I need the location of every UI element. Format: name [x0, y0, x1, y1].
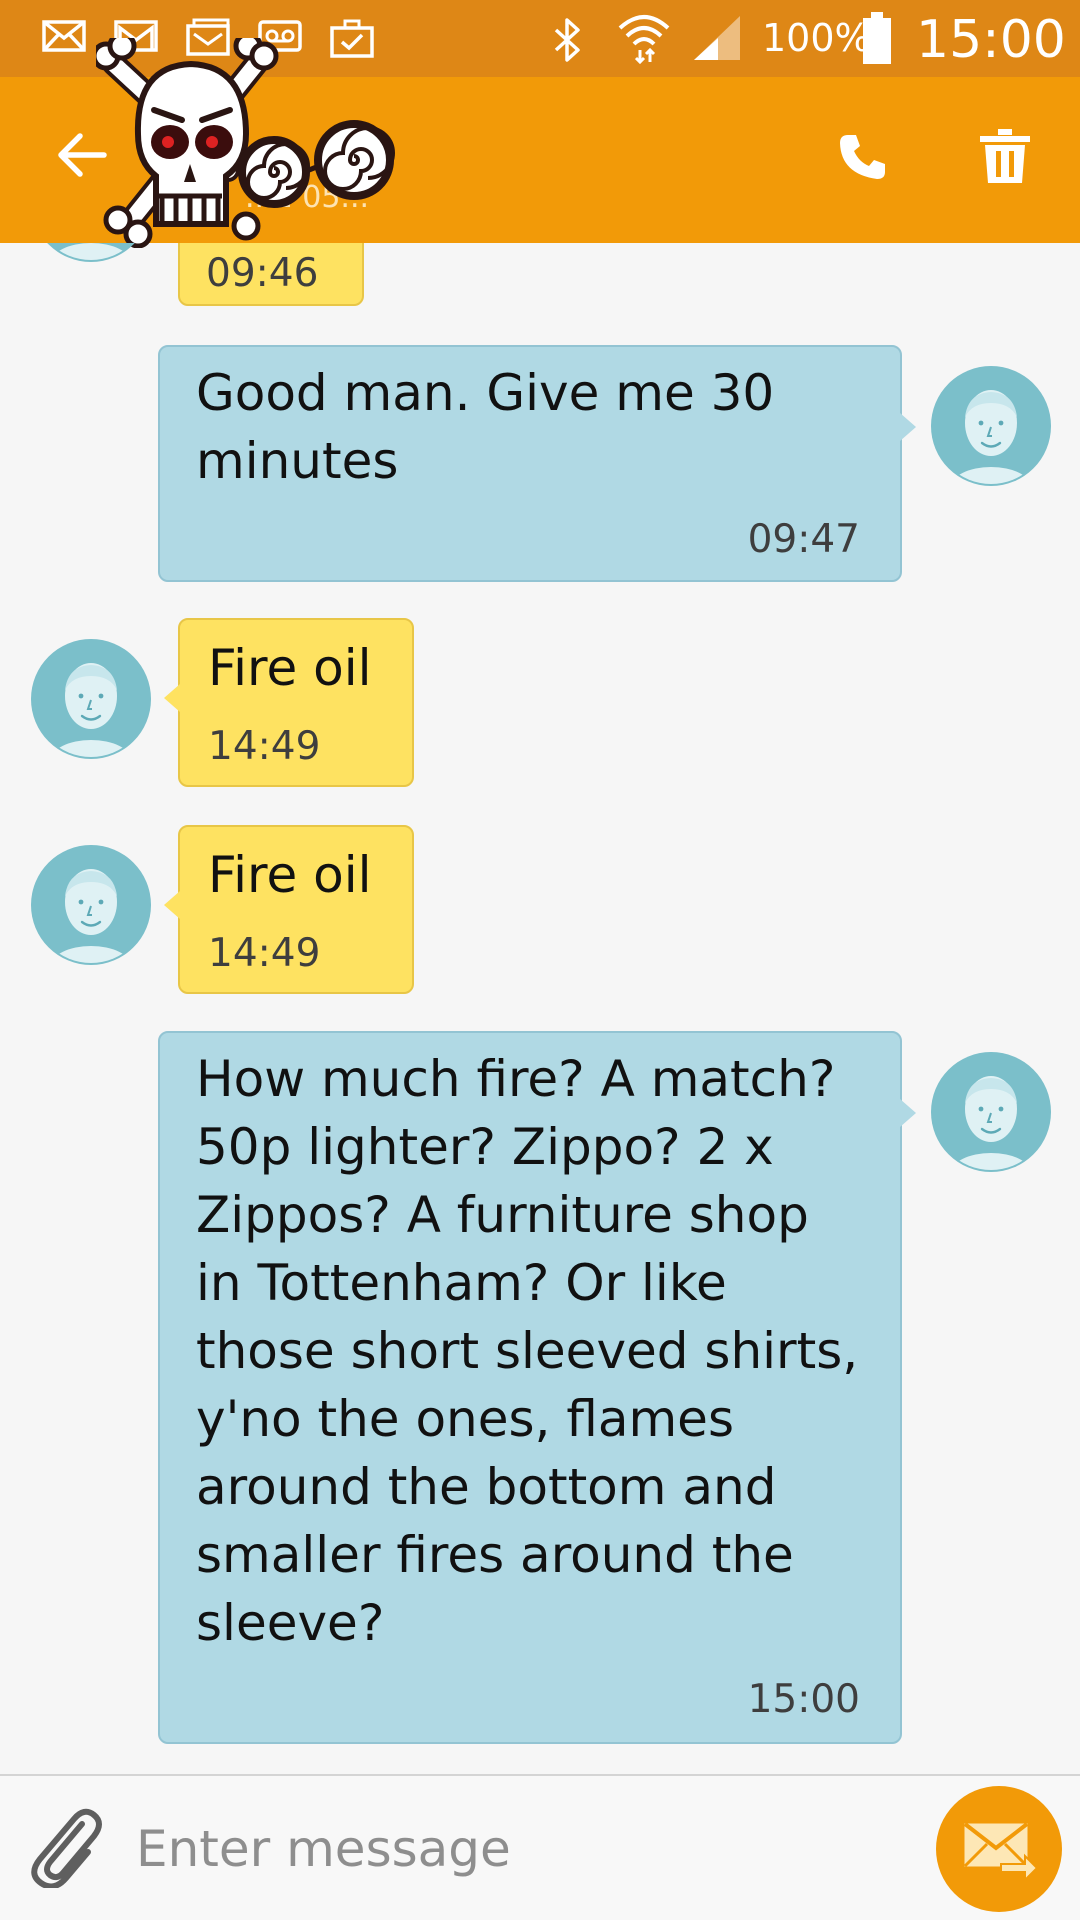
message-text: Fire oil — [208, 846, 372, 904]
message-text: Good man. Give me 30 minutes — [196, 364, 775, 490]
message-bubble-incoming[interactable]: Fire oil 14:49 — [164, 825, 414, 994]
status-time: 15:00 — [916, 10, 1066, 70]
contact-avatar[interactable] — [30, 638, 152, 760]
message-time: 14:49 — [208, 931, 321, 976]
send-button[interactable] — [936, 1786, 1062, 1912]
send-mail-icon — [963, 1822, 1039, 1880]
my-avatar[interactable] — [930, 1051, 1052, 1173]
message-bubble-incoming[interactable]: 09:46 — [178, 243, 364, 306]
phone-icon[interactable] — [836, 131, 888, 187]
message-time: 14:49 — [208, 724, 321, 769]
message-composer — [0, 1776, 1080, 1920]
trash-icon[interactable] — [980, 129, 1030, 187]
message-bubble-incoming[interactable]: Fire oil 14:49 — [164, 618, 414, 787]
message-bubble-outgoing[interactable]: How much fire? A match? 50p lighter? Zip… — [158, 1031, 916, 1744]
message-text: How much fire? A match? 50p lighter? Zip… — [196, 1050, 859, 1652]
message-time: 15:00 — [747, 1677, 860, 1722]
message-text: Fire oil — [208, 639, 372, 697]
message-input[interactable] — [136, 1804, 896, 1894]
signal-icon — [692, 14, 742, 66]
mail-icon — [42, 18, 86, 58]
conversation-list[interactable]: 09:46 Good man. Give me 30 minutes 09:47… — [0, 243, 1080, 1774]
battery-icon — [862, 12, 892, 68]
message-time: 09:46 — [206, 251, 319, 296]
paperclip-icon[interactable] — [30, 1806, 104, 1892]
my-avatar[interactable] — [930, 365, 1052, 487]
wifi-icon — [616, 10, 672, 68]
battery-percent: 100% — [762, 16, 871, 60]
message-bubble-outgoing[interactable]: Good man. Give me 30 minutes 09:47 — [158, 345, 916, 582]
contact-avatar[interactable] — [30, 243, 152, 263]
bluetooth-icon — [552, 18, 584, 66]
skull-crossbones-sticker — [91, 31, 476, 252]
message-time: 09:47 — [747, 517, 860, 562]
contact-avatar[interactable] — [30, 844, 152, 966]
